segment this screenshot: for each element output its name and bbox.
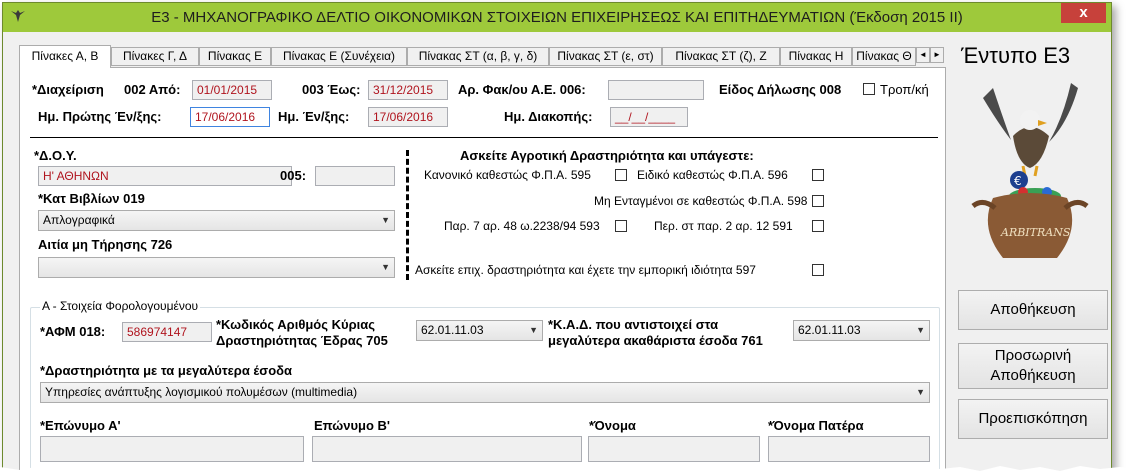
doy-field[interactable]: Η' ΑΘΗΝΩΝ bbox=[38, 166, 292, 186]
first-start-label: Ημ. Πρώτης Έν/ξης: bbox=[38, 109, 162, 124]
top-activity-label: *Δραστηριότητα με τα μεγαλύτερα έσοδα bbox=[40, 363, 293, 378]
books-dropdown[interactable]: Απλογραφικά ▼ bbox=[38, 210, 395, 231]
eagle-right-wing-icon bbox=[1049, 83, 1078, 142]
temporary-save-label-2: Αποθήκευση bbox=[990, 367, 1076, 384]
chevron-down-icon: ▼ bbox=[916, 387, 925, 397]
management-label: *Διαχείριση bbox=[32, 82, 104, 97]
stop-date-field[interactable]: __/__/____ bbox=[610, 107, 688, 127]
arbitrans-logo: € ARBITRANS bbox=[971, 83, 1089, 258]
eagle-head-icon bbox=[1020, 110, 1040, 130]
section-divider bbox=[30, 137, 938, 138]
business-activity-checkbox[interactable] bbox=[812, 264, 824, 276]
tab-pinakas-st-z-z[interactable]: Πίνακας ΣΤ (ζ), Ζ bbox=[662, 47, 780, 66]
start-date-field[interactable]: 17/06/2016 bbox=[368, 107, 448, 127]
reason-label: Αιτία μη Τήρησης 726 bbox=[38, 237, 173, 252]
torn-edge-decoration bbox=[0, 465, 1141, 475]
eagle-beak-icon bbox=[1038, 120, 1047, 126]
tab-strip: Πίνακες Α, Β Πίνακες Γ, Δ Πίνακας Ε Πίνα… bbox=[19, 45, 946, 68]
tab-pinakas-e-synexeia[interactable]: Πίνακας Ε (Συνέχεια) bbox=[271, 47, 407, 66]
books-label: *Κατ Βιβλίων 019 bbox=[38, 191, 145, 206]
tab-pinakes-g-d[interactable]: Πίνακες Γ, Δ bbox=[111, 47, 199, 66]
tab-pinakas-st-e-st[interactable]: Πίνακας ΣΤ (ε, στ) bbox=[549, 47, 662, 66]
chevron-down-icon: ▼ bbox=[529, 325, 538, 335]
save-button[interactable]: Αποθήκευση bbox=[958, 290, 1108, 330]
tab-pinakes-a-b[interactable]: Πίνακες Α, Β bbox=[19, 45, 111, 68]
amending-checkbox[interactable] bbox=[863, 83, 875, 95]
kad-label-2: μεγαλύτερα ακαθάριστα έσοδα 761 bbox=[548, 333, 763, 348]
first-start-date-field[interactable]: 17/06/2016 bbox=[190, 107, 270, 127]
surname-b-field[interactable] bbox=[312, 436, 582, 462]
surname-b-label: Επώνυμο Β' bbox=[314, 418, 391, 433]
chevron-down-icon: ▼ bbox=[381, 215, 390, 225]
top-activity-value: Υπηρεσίες ανάπτυξης λογισμικού πολυμέσων… bbox=[45, 385, 358, 399]
code-005-field[interactable] bbox=[315, 166, 395, 186]
chevron-down-icon: ▼ bbox=[381, 262, 390, 272]
stop-label: Ημ. Διακοπής: bbox=[504, 109, 593, 124]
father-name-label: *Όνομα Πατέρα bbox=[768, 418, 864, 433]
name-field[interactable] bbox=[588, 436, 760, 462]
main-activity-dropdown[interactable]: 62.01.11.03 ▼ bbox=[416, 320, 543, 341]
main-activity-value: 62.01.11.03 bbox=[421, 323, 484, 337]
afm-label: *ΑΦΜ 018: bbox=[40, 324, 106, 339]
to-date-field[interactable]: 31/12/2015 bbox=[368, 80, 448, 100]
code-005-label: 005: bbox=[280, 168, 307, 183]
file-number-label: Αρ. Φακ/ου Α.Ε. 006: bbox=[458, 82, 586, 97]
from-date-field[interactable]: 01/01/2015 bbox=[192, 80, 272, 100]
chevron-down-icon: ▼ bbox=[916, 325, 925, 335]
special-vat-label: Ειδικό καθεστώς Φ.Π.Α. 596 bbox=[637, 168, 788, 182]
taxpayer-group-label: Α - Στοιχεία Φορολογουμένου bbox=[40, 299, 201, 313]
main-activity-label-1: *Κωδικός Αριθμός Κύριας bbox=[216, 317, 375, 332]
main-activity-label-2: Δραστηριότητας Έδρας 705 bbox=[216, 333, 388, 348]
par7-label: Παρ. 7 αρ. 48 ω.2238/94 593 bbox=[444, 219, 600, 233]
title-bar: Ε3 - ΜΗΧΑΝΟΓΡΑΦΙΚΟ ΔΕΛΤΙΟ ΟΙΚΟΝΟΜΙΚΩΝ ΣΤ… bbox=[3, 3, 1111, 32]
tab-pinakas-st-abgd[interactable]: Πίνακας ΣΤ (α, β, γ, δ) bbox=[407, 47, 549, 66]
business-activity-label: Ασκείτε επιχ. δραστηριότητα και έχετε τη… bbox=[415, 263, 756, 277]
tab-pinakas-e[interactable]: Πίνακας Ε bbox=[199, 47, 271, 66]
tab-pinakas-h[interactable]: Πίνακας Η bbox=[780, 47, 852, 66]
tab-pinakas-th[interactable]: Πίνακας Θ bbox=[852, 47, 916, 66]
amending-label: Τροπ/κή bbox=[880, 82, 929, 97]
vertical-separator bbox=[406, 150, 409, 280]
afm-field[interactable]: 586974147 bbox=[122, 322, 212, 342]
file-number-field[interactable] bbox=[608, 80, 704, 100]
surname-a-field[interactable] bbox=[40, 436, 304, 462]
logo-text: ARBITRANS bbox=[1000, 226, 1071, 239]
preview-button[interactable]: Προεπισκόπηση bbox=[958, 399, 1108, 439]
father-name-field[interactable] bbox=[768, 436, 930, 462]
kad-label-1: *Κ.Α.Δ. που αντιστοιχεί στα bbox=[548, 317, 719, 332]
app-window: Ε3 - ΜΗΧΑΝΟΓΡΑΦΙΚΟ ΔΕΛΤΙΟ ΟΙΚΟΝΟΜΙΚΩΝ ΣΤ… bbox=[2, 2, 1112, 472]
svg-text:€: € bbox=[1014, 174, 1022, 188]
not-included-label: Μη Ενταγμένοι σε καθεστώς Φ.Π.Α. 598 bbox=[594, 194, 808, 208]
agri-title: Ασκείτε Αγροτική Δραστηριότητα και υπάγε… bbox=[460, 148, 754, 163]
par7-checkbox[interactable] bbox=[615, 220, 627, 232]
kad-value: 62.01.11.03 bbox=[798, 323, 861, 337]
normal-vat-checkbox[interactable] bbox=[615, 169, 627, 181]
start-label: Ημ. Έν/ξης: bbox=[278, 109, 350, 124]
tab-panel: *Διαχείριση 002 Από: 01/01/2015 003 Έως:… bbox=[19, 67, 946, 471]
temporary-save-label-1: Προσωρινή bbox=[994, 347, 1072, 364]
temporary-save-button[interactable]: Προσωρινή Αποθήκευση bbox=[958, 343, 1108, 389]
special-vat-checkbox[interactable] bbox=[812, 169, 824, 181]
eagle-body-icon bbox=[1013, 127, 1049, 168]
top-activity-dropdown[interactable]: Υπηρεσίες ανάπτυξης λογισμικού πολυμέσων… bbox=[40, 382, 930, 403]
kad-dropdown[interactable]: 62.01.11.03 ▼ bbox=[793, 320, 930, 341]
eagle-left-wing-icon bbox=[983, 88, 1011, 140]
declaration-type-label: Είδος Δήλωσης 008 bbox=[719, 82, 842, 97]
from-label: 002 Από: bbox=[124, 82, 181, 97]
close-window-button[interactable]: x bbox=[1061, 3, 1106, 23]
tab-scroll-left-icon[interactable]: ◄ bbox=[916, 47, 930, 63]
to-label: 003 Έως: bbox=[302, 82, 361, 97]
reason-dropdown[interactable]: ▼ bbox=[38, 257, 395, 278]
window-title: Ε3 - ΜΗΧΑΝΟΓΡΑΦΙΚΟ ΔΕΛΤΙΟ ΟΙΚΟΝΟΜΙΚΩΝ ΣΤ… bbox=[151, 9, 963, 26]
doy-label: *Δ.Ο.Υ. bbox=[34, 148, 77, 163]
not-included-checkbox[interactable] bbox=[812, 195, 824, 207]
par2-checkbox[interactable] bbox=[812, 220, 824, 232]
par2-label: Περ. στ παρ. 2 αρ. 12 591 bbox=[654, 219, 793, 233]
normal-vat-label: Κανονικό καθεστώς Φ.Π.Α. 595 bbox=[424, 168, 591, 182]
books-dropdown-value: Απλογραφικά bbox=[43, 213, 115, 227]
name-label: *Όνομα bbox=[589, 418, 636, 433]
form-title: Έντυπο Ε3 bbox=[961, 43, 1071, 68]
tab-scroll-right-icon[interactable]: ► bbox=[930, 47, 944, 63]
surname-a-label: *Επώνυμο Α' bbox=[40, 418, 121, 433]
